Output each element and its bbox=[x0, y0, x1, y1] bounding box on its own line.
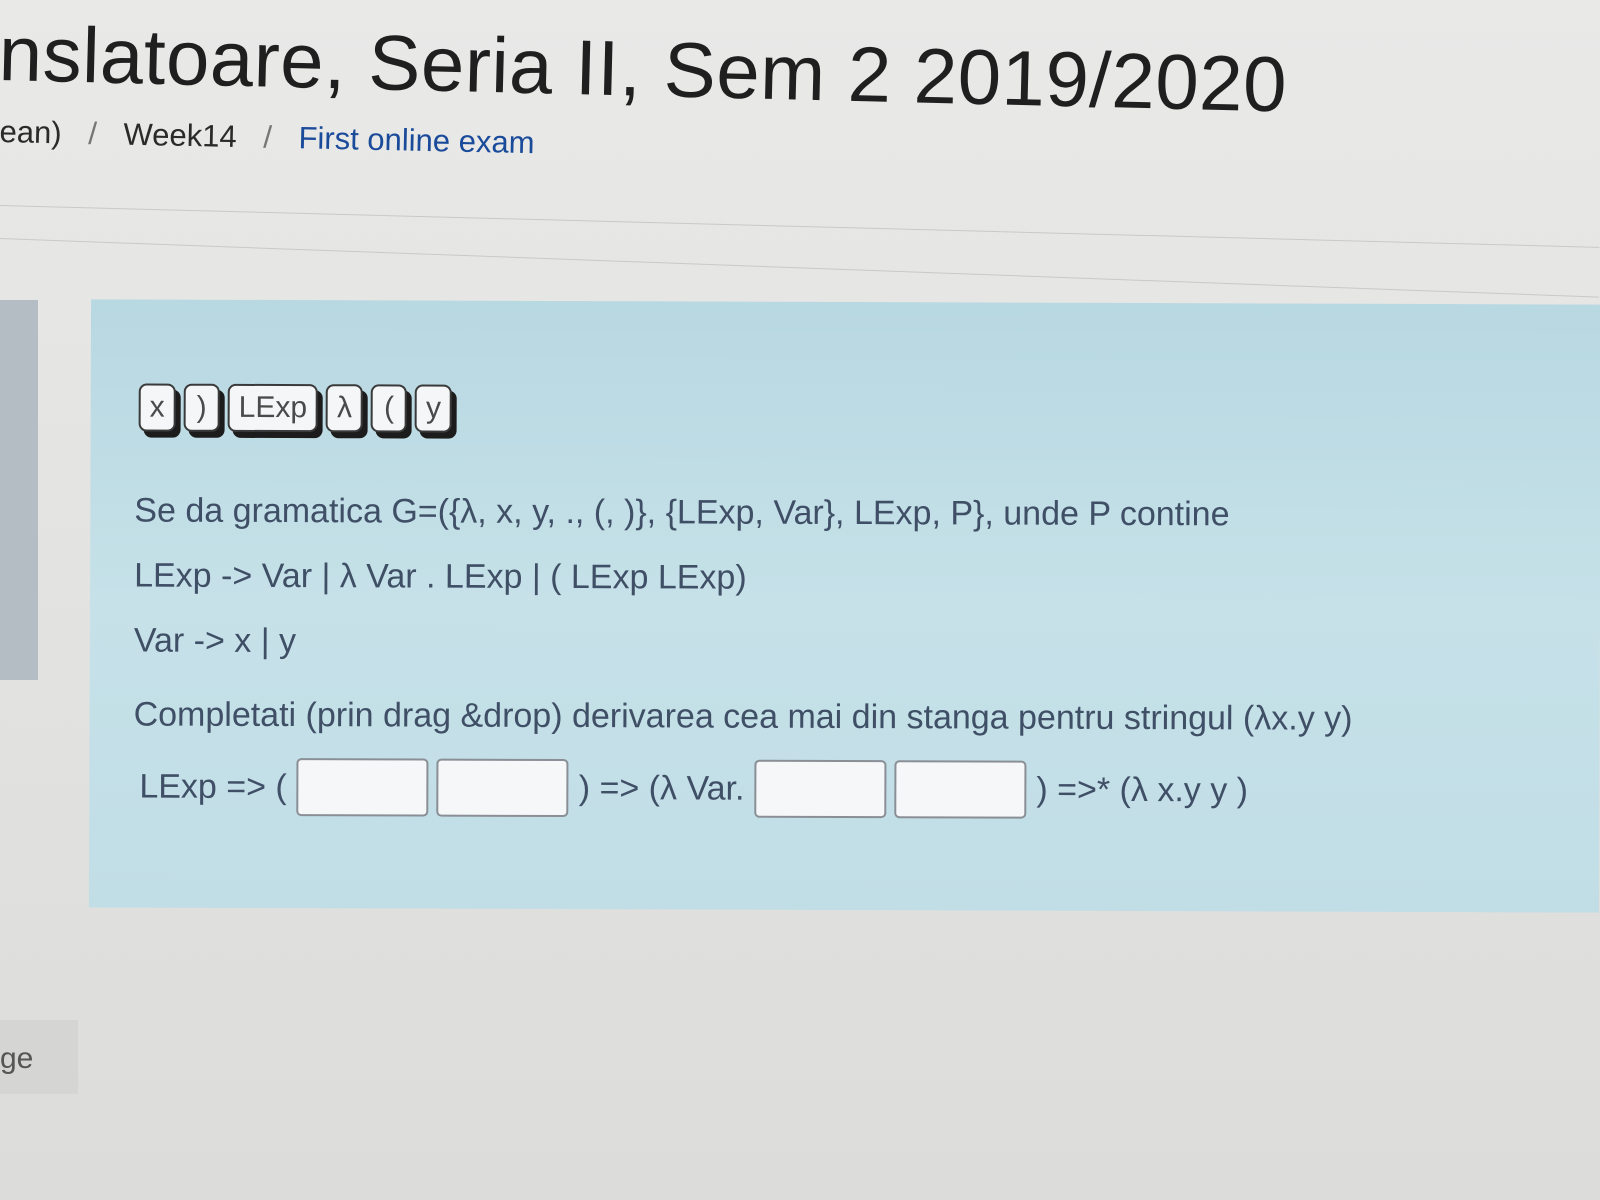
question-text-rule-var: Var -> x | y bbox=[133, 621, 297, 661]
drag-token-lexp[interactable]: LExp bbox=[227, 383, 319, 433]
question-text-rule-lexp: LExp -> Var | λ Var . LExp | ( LExp LExp… bbox=[134, 556, 747, 597]
breadcrumb-separator: / bbox=[262, 119, 273, 155]
question-text-instruction: Completati (prin drag &drop) derivarea c… bbox=[133, 695, 1353, 738]
question-text-grammar: Se da gramatica G=({λ, x, y, ., (, )}, {… bbox=[134, 491, 1230, 534]
drag-token-y[interactable]: y bbox=[414, 384, 453, 433]
breadcrumb-item-week14[interactable]: Week14 bbox=[123, 117, 237, 154]
drop-zone-3[interactable] bbox=[754, 759, 887, 819]
breadcrumb-separator: / bbox=[87, 115, 98, 152]
drop-zone-1[interactable] bbox=[296, 758, 429, 817]
derivation-text: ) =>* (λ x.y y ) bbox=[1036, 770, 1249, 809]
drop-zone-2[interactable] bbox=[436, 758, 569, 818]
breadcrumb-item-first-online-exam[interactable]: First online exam bbox=[298, 120, 535, 160]
question-info-sidebar bbox=[0, 300, 38, 680]
drop-zone-4[interactable] bbox=[894, 760, 1027, 819]
drag-token-group: x ) LExp λ ( y bbox=[138, 383, 453, 433]
derivation-text: LExp => ( bbox=[139, 767, 287, 806]
breadcrumb-item-course[interactable]: ean) bbox=[0, 114, 62, 150]
sidebar-nav-label: ge bbox=[0, 1042, 34, 1075]
drag-token-open-paren[interactable]: ( bbox=[370, 384, 408, 433]
page-title: nslatoare, Seria II, Sem 2 2019/2020 bbox=[0, 8, 1289, 129]
header-divider bbox=[0, 205, 1600, 248]
breadcrumb: ean) / Week14 / First online exam bbox=[0, 114, 535, 161]
drag-token-close-paren[interactable]: ) bbox=[183, 383, 220, 432]
question-panel: x ) LExp λ ( y Se da gramatica G=({λ, x,… bbox=[88, 299, 1600, 913]
derivation-text: ) => (λ Var. bbox=[578, 768, 745, 808]
derivation-row: LExp => ( ) => (λ Var. ) =>* (λ x.y y ) bbox=[133, 758, 1254, 820]
drag-token-x[interactable]: x bbox=[138, 383, 176, 432]
page: nslatoare, Seria II, Sem 2 2019/2020 ean… bbox=[0, 0, 1600, 1200]
header-divider bbox=[0, 238, 1599, 298]
drag-token-lambda[interactable]: λ bbox=[325, 384, 364, 433]
